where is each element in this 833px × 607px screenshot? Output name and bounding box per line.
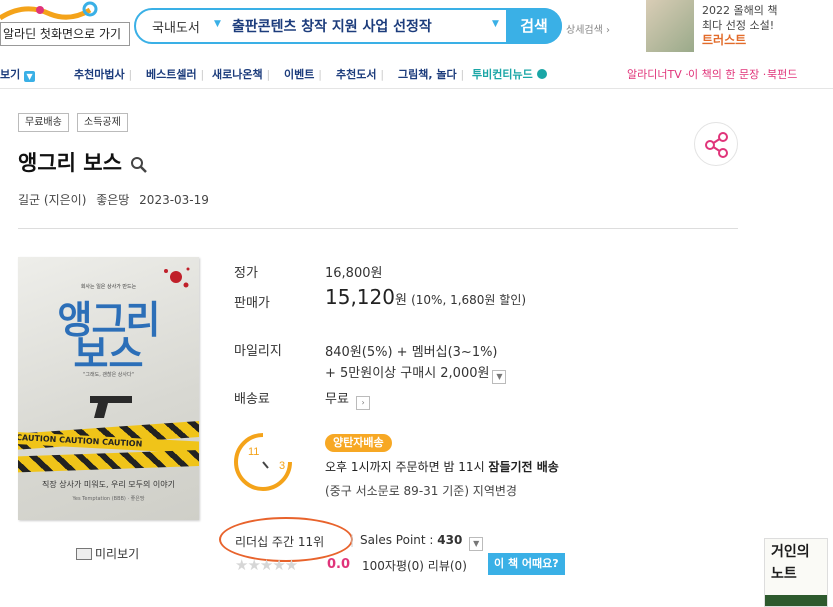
delivery-address[interactable]: (중구 서소문로 89-31 기준) 지역변경 — [325, 482, 517, 499]
preview-label: 미리보기 — [95, 547, 140, 561]
search-button[interactable]: 검색 — [506, 8, 562, 44]
nav-item-bookfund[interactable]: 북펀드 — [767, 66, 797, 82]
side-ad-line2: 노트 — [771, 566, 797, 582]
nav-item-picturebook[interactable]: 그림책, 놀다 | — [398, 66, 464, 82]
sales-point: | Sales Point : 430 ▼ — [350, 533, 484, 551]
search-category[interactable]: 국내도서 — [152, 17, 200, 36]
list-price-label: 정가 — [234, 266, 258, 281]
mileage-extra-text: + 5만원이상 구매시 2,000원 — [325, 366, 490, 381]
aladin-logo[interactable] — [0, 0, 110, 24]
sale-price-unit: 원 — [394, 293, 407, 308]
book-cover[interactable]: 회사는 일은 상사가 만드는 앵그리 보스 "그래도, 괜찮은 상사다" CAU… — [18, 257, 199, 520]
cover-publisher: Yes Temptation (BBB) · 좋은땅 — [72, 496, 145, 502]
share-icon — [705, 132, 728, 158]
divider — [0, 88, 833, 89]
search-bar: 국내도서 ▼ ▼ 검색 — [134, 8, 562, 44]
divider — [18, 228, 738, 229]
category-rank[interactable]: 리더십 주간 11위 — [235, 533, 324, 550]
search-icon[interactable] — [130, 156, 148, 174]
mileage-value: 840원(5%) + 멤버십(3~1%) — [325, 345, 498, 360]
sales-point-label: Sales Point : — [360, 533, 438, 547]
shipping-value-text: 무료 — [325, 392, 349, 407]
nav-item-bestseller[interactable]: 베스트셀러 | — [146, 66, 204, 82]
chevron-down-icon: ▼ — [24, 71, 36, 82]
advanced-search-label: 상세검색 — [566, 25, 603, 36]
sale-price-detail: (10%, 1,680원 할인) — [411, 293, 527, 307]
preview-button[interactable]: 미리보기 — [76, 545, 139, 562]
nav-item-view[interactable]: 보기 ▼ — [0, 66, 36, 82]
shipping-label: 배송료 — [234, 392, 270, 407]
shipping-value: 무료 › — [325, 388, 371, 410]
delivery-info-highlight: 잠들기전 배송 — [488, 460, 559, 474]
delivery-info-text: 오후 1시까지 주문하면 밤 11시 — [325, 460, 489, 474]
main-nav: 보기 ▼ 추천마법사 | 베스트셀러 | 새로나온책 | 이벤트 | 추천도서 … — [0, 64, 833, 84]
ad-book-image[interactable] — [646, 0, 694, 52]
fast-delivery-badge: 양탄자배송 — [325, 434, 392, 452]
tag-tax-deduction: 소득공제 — [77, 113, 128, 132]
book-icon — [76, 548, 92, 560]
chevron-down-icon[interactable]: ▼ — [214, 19, 221, 29]
clock-icon: 11 3 — [234, 432, 293, 491]
nav-item-recommend-wizard[interactable]: 추천마법사 | — [74, 66, 132, 82]
tag-free-shipping: 무료배송 — [18, 113, 69, 132]
side-ad-bar — [765, 595, 827, 606]
search-input[interactable] — [232, 15, 492, 37]
side-ad-line1: 거인의 — [771, 544, 810, 560]
ad-line1[interactable]: 2022 올해의 책 — [702, 2, 777, 18]
sale-price-label: 판매가 — [234, 296, 270, 311]
how-about-button[interactable]: 이 책 어때요? — [488, 553, 565, 575]
author-line: 길군 (지은이) 좋은땅 2023-03-19 — [18, 191, 215, 208]
book-title: 앵그리 보스 — [18, 151, 122, 175]
author-link[interactable]: 길군 (지은이) — [18, 193, 86, 207]
chevron-down-icon[interactable]: ▼ — [469, 537, 484, 551]
clock-from: 11 — [248, 446, 259, 458]
nav-item-events[interactable]: 이벤트 | — [284, 66, 322, 82]
dot-icon — [536, 69, 547, 79]
chevron-right-icon[interactable]: › — [356, 396, 371, 410]
sale-price: 15,120원 (10%, 1,680원 할인) — [325, 285, 526, 309]
publisher-link[interactable]: 좋은땅 — [96, 193, 129, 207]
cover-subtitle: 직장 상사가 미워도, 우리 모두의 이야기 — [41, 480, 176, 489]
side-ad-book[interactable]: 거인의 노트 — [764, 538, 828, 607]
star-score: 0.0 — [327, 557, 351, 572]
gun-icon — [90, 396, 132, 418]
list-price-value: 16,800원 — [325, 266, 383, 281]
delivery-info: 오후 1시까지 주문하면 밤 11시 잠들기전 배송 — [325, 458, 559, 475]
cover-title-line2: 보스 — [73, 332, 144, 376]
publish-date: 2023-03-19 — [139, 193, 209, 207]
share-button[interactable] — [694, 122, 738, 166]
nav-item-recommended[interactable]: 추천도서 | — [336, 66, 384, 82]
dropdown-arrow-icon[interactable]: ▼ — [492, 19, 499, 29]
home-link[interactable]: 알라딘 첫화면으로 가기 — [0, 22, 130, 46]
mileage-label: 마일리지 — [234, 344, 282, 359]
cover-quote: "그래도, 괜찮은 상사다" — [83, 372, 134, 378]
review-counts[interactable]: 100자평(0) 리뷰(0) — [362, 557, 467, 574]
nav-item-one-sentence[interactable]: 이 책의 한 문장 · — [688, 66, 766, 82]
mileage-extra: + 5만원이상 구매시 2,000원 ▼ — [325, 362, 507, 384]
nav-item-aladinner-tv[interactable]: 알라디너TV · — [627, 66, 689, 82]
ad-line3[interactable]: 트러스트 — [702, 31, 746, 48]
sale-price-value: 15,120 — [325, 285, 395, 309]
nav-item-tobecontinued[interactable]: 투비컨티뉴드 — [472, 66, 547, 82]
chevron-down-icon[interactable]: ▼ — [492, 370, 507, 384]
star-rating: ★★★★★ — [235, 556, 298, 574]
advanced-search-link[interactable]: 상세검색 › — [566, 21, 610, 36]
sales-point-value: 430 — [437, 533, 463, 547]
caution-tape — [18, 449, 199, 473]
nav-item-new-books[interactable]: 새로나온책 | — [212, 66, 270, 82]
clock-to: 3 — [279, 460, 285, 472]
